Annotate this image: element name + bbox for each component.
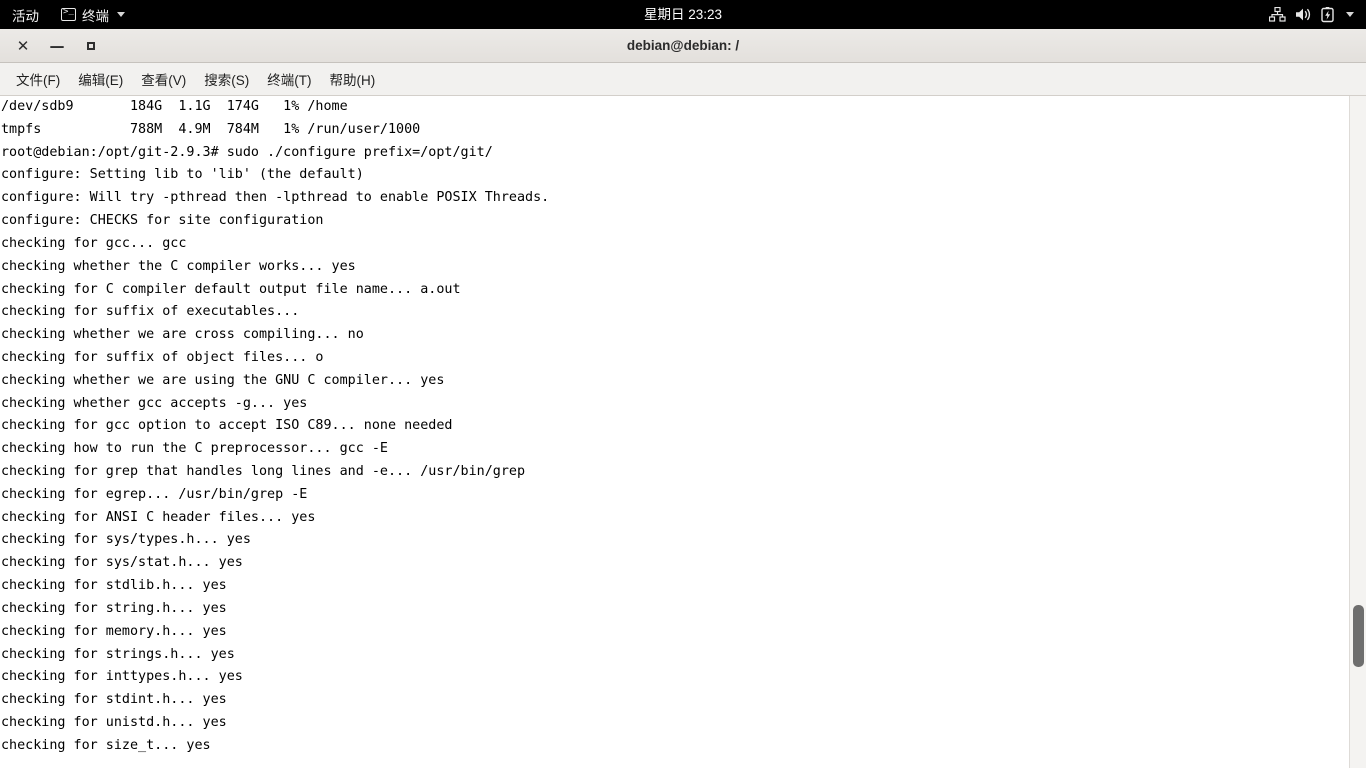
menu-search[interactable]: 搜索(S) bbox=[195, 66, 258, 92]
terminal-line: checking for grep that handles long line… bbox=[1, 464, 526, 479]
clock-label[interactable]: 星期日 23:23 bbox=[644, 7, 722, 22]
terminal-line: checking for size_t... yes bbox=[1, 737, 211, 753]
menu-file[interactable]: 文件(F) bbox=[7, 66, 69, 92]
maximize-icon bbox=[87, 41, 95, 50]
window-minimize-button[interactable]: — bbox=[40, 33, 74, 59]
terminal-line: checking for suffix of executables... bbox=[1, 304, 300, 320]
app-menu-button[interactable]: 终端 bbox=[51, 0, 135, 29]
menu-edit[interactable]: 编辑(E) bbox=[69, 66, 132, 92]
terminal-line: checking whether gcc accepts -g... yes bbox=[1, 395, 308, 411]
terminal-scrollbar[interactable] bbox=[1349, 96, 1366, 768]
terminal-line: checking whether we are cross compiling.… bbox=[1, 327, 364, 343]
terminal-line: configure: Will try -pthread then -lpthr… bbox=[1, 190, 550, 206]
chevron-down-icon bbox=[117, 12, 125, 17]
menu-view[interactable]: 查看(V) bbox=[132, 66, 195, 92]
terminal-line: tmpfs 788M 4.9M 784M 1% /run/user/1000 bbox=[1, 121, 421, 137]
terminal-line: checking for memory.h... yes bbox=[1, 623, 227, 639]
window-controls: ✕ — bbox=[0, 29, 108, 62]
status-chevron-down-icon[interactable] bbox=[1346, 12, 1354, 17]
terminal-body: /dev/sdb9 184G 1.1G 174G 1% /home tmpfs 7… bbox=[0, 96, 1366, 768]
battery-charging-icon bbox=[1321, 6, 1335, 23]
window-titlebar: ✕ — debian@debian: / bbox=[0, 29, 1366, 63]
terminal-line: checking for sys/types.h... yes bbox=[1, 532, 251, 548]
top-bar-left: 活动 终端 bbox=[0, 0, 135, 29]
volume-icon bbox=[1295, 7, 1312, 22]
terminal-line: checking whether we are using the GNU C … bbox=[1, 372, 445, 388]
terminal-line: checking how to run the C preprocessor..… bbox=[1, 441, 388, 457]
activities-button[interactable]: 活动 bbox=[0, 0, 51, 29]
terminal-line: checking for sys/stat.h... yes bbox=[1, 555, 243, 571]
terminal-icon bbox=[61, 5, 76, 21]
menu-bar: 文件(F) 编辑(E) 查看(V) 搜索(S) 终端(T) 帮助(H) bbox=[0, 63, 1366, 96]
terminal-line: /dev/sdb9 184G 1.1G 174G 1% /home bbox=[1, 99, 348, 114]
terminal-line: checking for strings.h... yes bbox=[1, 646, 235, 662]
terminal-line: checking for gcc option to accept ISO C8… bbox=[1, 418, 453, 434]
terminal-line: checking for stdlib.h... yes bbox=[1, 578, 227, 594]
app-menu-label: 终端 bbox=[82, 8, 109, 24]
terminal-line: checking for ANSI C header files... yes bbox=[1, 509, 316, 525]
gnome-top-bar: 活动 终端 星期日 23:23 bbox=[0, 0, 1366, 29]
terminal-output[interactable]: /dev/sdb9 184G 1.1G 174G 1% /home tmpfs 7… bbox=[0, 96, 1349, 768]
clock: 星期日 23:23 bbox=[0, 0, 1366, 29]
terminal-line: checking for suffix of object files... o bbox=[1, 349, 324, 365]
menu-help[interactable]: 帮助(H) bbox=[321, 66, 385, 92]
terminal-line: checking for gcc... gcc bbox=[1, 235, 187, 251]
activities-label: 活动 bbox=[12, 8, 39, 24]
terminal-line: checking for stdint.h... yes bbox=[1, 692, 227, 708]
terminal-line: checking for string.h... yes bbox=[1, 600, 227, 616]
menu-terminal[interactable]: 终端(T) bbox=[258, 66, 320, 92]
terminal-line: checking for C compiler default output f… bbox=[1, 281, 461, 297]
system-status-area[interactable] bbox=[1269, 0, 1360, 29]
terminal-scrollbar-thumb[interactable] bbox=[1353, 605, 1364, 667]
window-close-button[interactable]: ✕ bbox=[6, 33, 40, 59]
network-wired-icon bbox=[1269, 7, 1286, 22]
terminal-line: checking for unistd.h... yes bbox=[1, 714, 227, 730]
terminal-line: configure: Setting lib to 'lib' (the def… bbox=[1, 167, 364, 183]
terminal-line: configure: CHECKS for site configuration bbox=[1, 213, 324, 229]
terminal-line: checking for inttypes.h... yes bbox=[1, 669, 243, 685]
terminal-line: checking whether the C compiler works...… bbox=[1, 258, 356, 274]
window-title: debian@debian: / bbox=[626, 38, 740, 53]
window-maximize-button[interactable] bbox=[74, 33, 108, 59]
terminal-line: checking for egrep... /usr/bin/grep -E bbox=[1, 486, 308, 502]
terminal-window: ✕ — debian@debian: / 文件(F) 编辑(E) 查看(V) 搜… bbox=[0, 29, 1366, 768]
terminal-line: root@debian:/opt/git-2.9.3# sudo ./confi… bbox=[1, 144, 493, 160]
